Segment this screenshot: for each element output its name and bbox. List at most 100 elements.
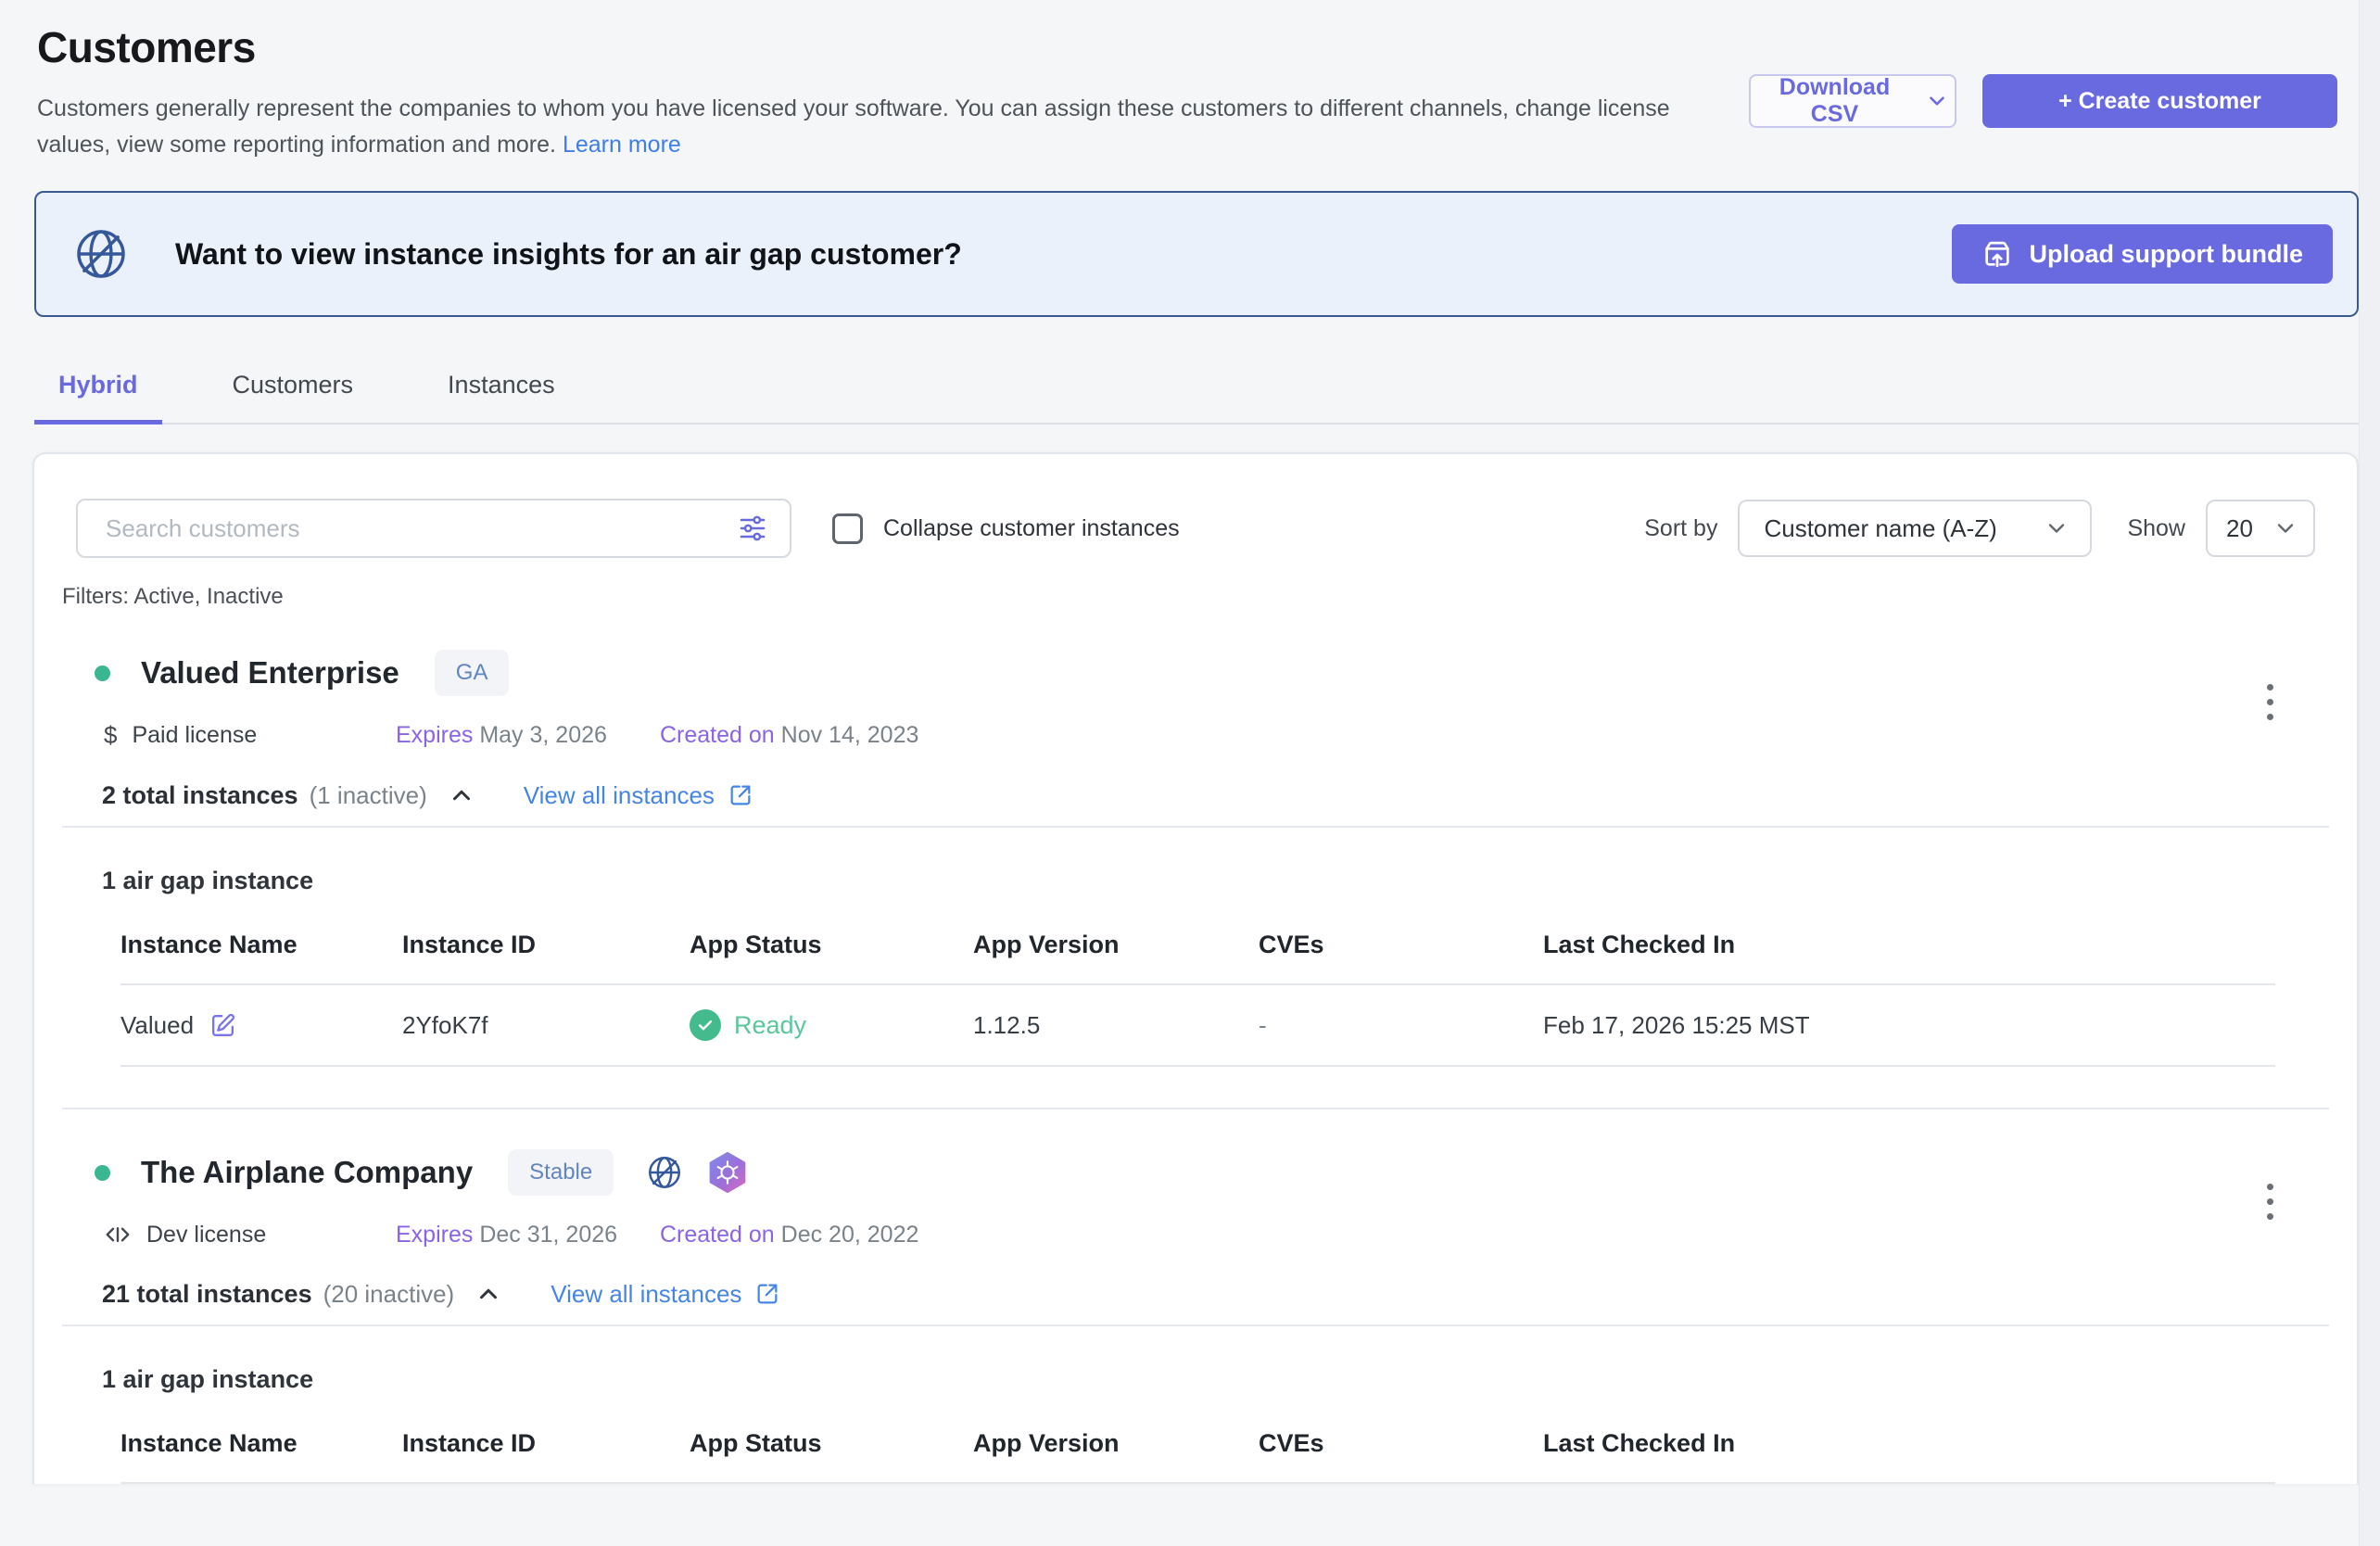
- chevron-down-icon: [2044, 515, 2070, 541]
- check-circle-icon: [690, 1009, 721, 1041]
- external-link-icon: [728, 782, 753, 808]
- instance-name-cell: Valued: [120, 1011, 402, 1040]
- collapse-instances-label: Collapse customer instances: [883, 515, 1180, 542]
- view-all-instances-label: View all instances: [524, 781, 715, 810]
- toolbar-right: Sort by Customer name (A-Z) Show 20: [1644, 500, 2315, 557]
- tab-hybrid[interactable]: Hybrid: [34, 358, 162, 425]
- active-status-dot: [95, 665, 110, 681]
- col-instance-name: Instance Name: [120, 1429, 402, 1458]
- col-app-version: App Version: [973, 1429, 1259, 1458]
- created-on-label: Created on: [660, 722, 775, 748]
- customer-name[interactable]: Valued Enterprise: [141, 655, 399, 691]
- created-date: Dec 20, 2022: [781, 1222, 919, 1248]
- customer-name[interactable]: The Airplane Company: [141, 1155, 473, 1190]
- instance-name: Valued: [120, 1011, 194, 1040]
- download-csv-label: Download CSV: [1756, 74, 1913, 128]
- show-count-value: 20: [2226, 514, 2272, 543]
- expires-date: May 3, 2026: [479, 722, 607, 748]
- airgap-globe-icon: [71, 224, 131, 284]
- chevron-down-icon: [2272, 515, 2298, 541]
- dollar-icon: $: [104, 721, 117, 750]
- customer-block-valued-enterprise: Valued Enterprise GA $ Paid license Expi…: [34, 649, 2357, 1067]
- customer-menu-kebab-icon[interactable]: [2258, 680, 2283, 724]
- sort-by-value: Customer name (A-Z): [1764, 514, 2044, 543]
- instance-table: Instance Name Instance ID App Status App…: [120, 1429, 2275, 1484]
- instances-summary-row: 21 total instances (20 inactive) View al…: [102, 1276, 2357, 1312]
- create-customer-button[interactable]: + Create customer: [1982, 74, 2337, 128]
- instance-table: Instance Name Instance ID App Status App…: [120, 931, 2275, 1067]
- edit-icon[interactable]: [209, 1011, 237, 1040]
- expires-label: Expires: [396, 722, 473, 748]
- license-row: $ Paid license Expires May 3, 2026 Creat…: [104, 721, 2357, 750]
- tab-bar: Hybrid Customers Instances: [34, 358, 2359, 425]
- collapse-instances-checkbox[interactable]: [832, 513, 863, 544]
- upload-icon: [1981, 238, 2013, 270]
- app-status-value: Ready: [734, 1011, 806, 1040]
- search-input[interactable]: [104, 513, 736, 544]
- expires-date: Dec 31, 2026: [479, 1222, 617, 1248]
- airgap-globe-icon: [645, 1153, 684, 1192]
- col-app-status: App Status: [690, 931, 973, 959]
- divider: [62, 1324, 2329, 1326]
- customer-section-divider: [62, 1108, 2329, 1109]
- customer-block-the-airplane-company: The Airplane Company Stable: [34, 1148, 2357, 1484]
- customers-card: Collapse customer instances Sort by Cust…: [32, 452, 2359, 1484]
- expires-label: Expires: [396, 1222, 473, 1248]
- license-created: Created on Nov 14, 2023: [660, 722, 918, 749]
- view-all-instances-link[interactable]: View all instances: [551, 1280, 780, 1309]
- tab-customers[interactable]: Customers: [209, 358, 378, 425]
- customer-menu-kebab-icon[interactable]: [2258, 1180, 2283, 1223]
- col-app-version: App Version: [973, 931, 1259, 959]
- col-cves: CVEs: [1259, 931, 1543, 959]
- created-on-label: Created on: [660, 1222, 775, 1248]
- customer-header: Valued Enterprise GA: [95, 649, 2283, 697]
- col-last-checked-in: Last Checked In: [1543, 931, 2275, 959]
- collapse-section-chevron-up-icon[interactable]: [475, 1280, 502, 1308]
- license-type-label: Dev license: [146, 1222, 266, 1248]
- instance-table-header: Instance Name Instance ID App Status App…: [120, 1429, 2275, 1484]
- license-type-label: Paid license: [132, 722, 257, 749]
- view-all-instances-link[interactable]: View all instances: [524, 781, 753, 810]
- license-expiry: Expires Dec 31, 2026: [396, 1222, 660, 1248]
- col-app-status: App Status: [690, 1429, 973, 1458]
- show-count-select[interactable]: 20: [2206, 500, 2315, 557]
- filter-sliders-icon[interactable]: [736, 512, 769, 545]
- table-row: Valued 2YfoK7f Ready: [120, 985, 2275, 1067]
- tab-instances[interactable]: Instances: [424, 358, 579, 425]
- instance-table-header: Instance Name Instance ID App Status App…: [120, 931, 2275, 985]
- install-type-icons: [645, 1151, 749, 1194]
- channel-badge: GA: [435, 650, 510, 696]
- chevron-down-icon: [1925, 89, 1949, 113]
- airgap-banner: Want to view instance insights for an ai…: [34, 191, 2359, 317]
- collapse-section-chevron-up-icon[interactable]: [448, 781, 475, 809]
- sort-by-select[interactable]: Customer name (A-Z): [1738, 500, 2092, 557]
- license-type: Dev license: [104, 1221, 396, 1248]
- instance-id-cell: 2YfoK7f: [402, 1011, 690, 1040]
- divider: [62, 826, 2329, 828]
- download-csv-button[interactable]: Download CSV: [1749, 74, 1956, 128]
- col-cves: CVEs: [1259, 1429, 1543, 1458]
- instances-inactive-count: (1 inactive): [310, 781, 427, 810]
- view-all-instances-label: View all instances: [551, 1280, 741, 1309]
- page-title: Customers: [37, 22, 2359, 72]
- upload-support-bundle-label: Upload support bundle: [2030, 240, 2303, 269]
- col-instance-id: Instance ID: [402, 931, 690, 959]
- show-label: Show: [2127, 515, 2185, 542]
- search-box: [76, 499, 791, 558]
- upload-support-bundle-button[interactable]: Upload support bundle: [1952, 224, 2333, 284]
- created-date: Nov 14, 2023: [781, 722, 919, 748]
- col-instance-id: Instance ID: [402, 1429, 690, 1458]
- code-icon: [104, 1221, 132, 1248]
- last-checked-in-cell: Feb 17, 2026 15:25 MST: [1543, 1011, 2275, 1040]
- learn-more-link[interactable]: Learn more: [563, 132, 681, 158]
- page-header: Customers Customers generally represent …: [0, 0, 2359, 163]
- app-status-cell: Ready: [690, 1009, 973, 1041]
- col-last-checked-in: Last Checked In: [1543, 1429, 2275, 1458]
- airgap-instance-heading: 1 air gap instance: [102, 1365, 2357, 1394]
- header-actions: Download CSV + Create customer: [1749, 74, 2337, 128]
- airgap-instance-heading: 1 air gap instance: [102, 867, 2357, 895]
- col-instance-name: Instance Name: [120, 931, 402, 959]
- scrollbar-track[interactable]: [2359, 0, 2380, 1546]
- channel-badge: Stable: [508, 1149, 614, 1196]
- banner-title: Want to view instance insights for an ai…: [175, 237, 1952, 272]
